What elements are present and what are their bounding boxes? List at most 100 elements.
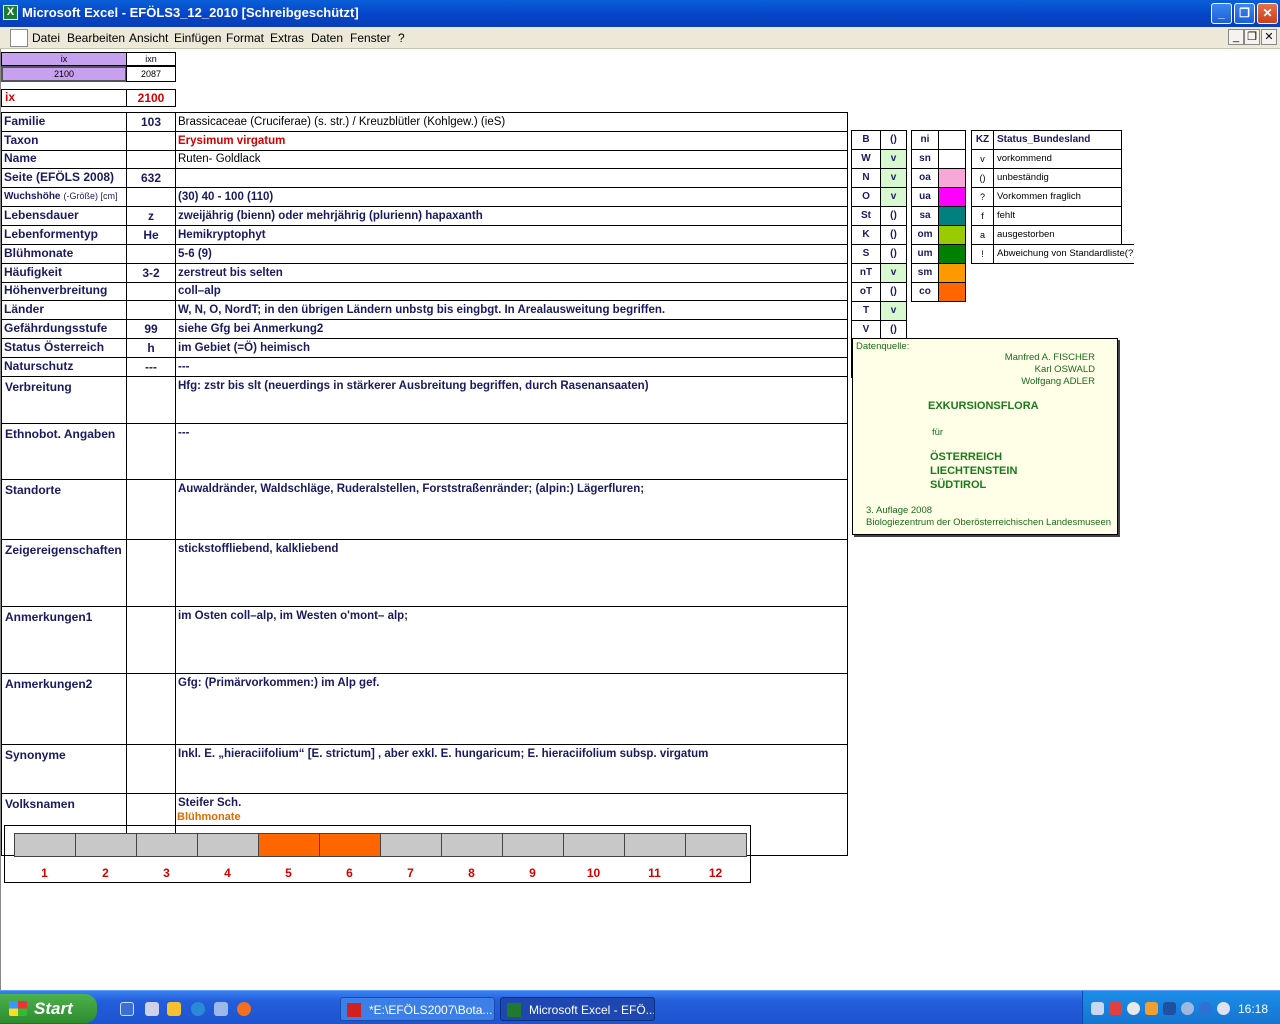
- row-label[interactable]: Häufigkeit: [1, 263, 127, 283]
- state-code[interactable]: W: [851, 149, 881, 169]
- ix-value[interactable]: 2100: [126, 89, 176, 107]
- network-icon[interactable]: [1091, 1002, 1104, 1015]
- start-button[interactable]: Start: [0, 994, 97, 1023]
- state-code[interactable]: N: [851, 168, 881, 188]
- altitude-color-swatch[interactable]: [938, 168, 966, 188]
- menu-fenster[interactable]: Fenster: [350, 31, 391, 45]
- state-code[interactable]: oT: [851, 282, 881, 302]
- state-status[interactable]: v: [880, 149, 907, 169]
- search-icon[interactable]: [1127, 1002, 1140, 1015]
- row-value[interactable]: Hemikryptophyt: [175, 225, 848, 245]
- ix-input[interactable]: 2100: [1, 66, 127, 82]
- row-label[interactable]: Status Österreich: [1, 338, 127, 358]
- state-status[interactable]: (): [880, 225, 907, 245]
- menu-datei[interactable]: Datei: [32, 31, 60, 45]
- long-row-value[interactable]: ---: [175, 423, 848, 480]
- state-status[interactable]: (): [880, 282, 907, 302]
- ix-header[interactable]: ix: [1, 52, 127, 66]
- long-row-code[interactable]: [126, 423, 176, 480]
- menu-bearbeiten[interactable]: Bearbeiten: [67, 31, 125, 45]
- show-desktop-icon[interactable]: [120, 1002, 134, 1016]
- menu-help[interactable]: ?: [398, 31, 405, 45]
- long-row-value[interactable]: Auwaldränder, Waldschläge, Ruderalstelle…: [175, 479, 848, 540]
- update-icon[interactable]: [1217, 1002, 1230, 1015]
- row-label[interactable]: Länder: [1, 300, 127, 320]
- state-status[interactable]: (): [880, 320, 907, 340]
- altitude-color-swatch[interactable]: [938, 282, 966, 302]
- long-row-label[interactable]: Zeigereigenschaften: [1, 539, 127, 607]
- row-value[interactable]: 5-6 (9): [175, 244, 848, 264]
- row-code[interactable]: h: [126, 338, 176, 358]
- long-row-value[interactable]: stickstoffliebend, kalkliebend: [175, 539, 848, 607]
- altitude-color-swatch[interactable]: [938, 149, 966, 169]
- state-status[interactable]: (): [880, 206, 907, 226]
- state-code[interactable]: O: [851, 187, 881, 207]
- long-row-code[interactable]: [126, 539, 176, 607]
- long-row-value[interactable]: im Osten coll–alp, im Westen o'mont– alp…: [175, 606, 848, 674]
- state-code[interactable]: K: [851, 225, 881, 245]
- row-label[interactable]: Seite (EFÖLS 2008): [1, 168, 127, 188]
- row-label[interactable]: Blühmonate: [1, 244, 127, 264]
- long-row-label[interactable]: Anmerkungen2: [1, 673, 127, 745]
- long-row-label[interactable]: Anmerkungen1: [1, 606, 127, 674]
- row-value[interactable]: zerstreut bis selten: [175, 263, 848, 283]
- internet-explorer-icon[interactable]: [191, 1002, 205, 1016]
- doc-minimize-icon[interactable]: _: [1228, 29, 1244, 45]
- long-row-code[interactable]: [126, 606, 176, 674]
- altitude-code[interactable]: sa: [911, 206, 939, 226]
- row-label[interactable]: Name: [1, 150, 127, 169]
- altitude-code[interactable]: ua: [911, 187, 939, 207]
- row-code[interactable]: 632: [126, 168, 176, 188]
- excel-icon[interactable]: X: [3, 5, 18, 20]
- row-code[interactable]: [126, 187, 176, 207]
- media-player-icon[interactable]: [167, 1002, 181, 1016]
- long-row-label[interactable]: Synonyme: [1, 744, 127, 794]
- row-code[interactable]: 99: [126, 319, 176, 339]
- long-row-value[interactable]: Hfg: zstr bis slt (neuerdings in stärker…: [175, 376, 848, 424]
- state-code[interactable]: T: [851, 301, 881, 321]
- info-icon[interactable]: [1199, 1002, 1212, 1015]
- row-value[interactable]: ---: [175, 357, 848, 377]
- long-row-code[interactable]: [126, 673, 176, 745]
- row-code[interactable]: [126, 282, 176, 301]
- altitude-code[interactable]: um: [911, 244, 939, 264]
- row-code[interactable]: He: [126, 225, 176, 245]
- long-row-value[interactable]: Gfg: (Primärvorkommen:) im Alp gef.: [175, 673, 848, 745]
- long-row-label[interactable]: Ethnobot. Angaben: [1, 423, 127, 480]
- row-code[interactable]: 3-2: [126, 263, 176, 283]
- state-code[interactable]: nT: [851, 263, 881, 283]
- row-label[interactable]: Familie: [1, 112, 127, 132]
- restore-button[interactable]: ❐: [1234, 3, 1255, 24]
- altitude-color-swatch[interactable]: [938, 130, 966, 150]
- altitude-color-swatch[interactable]: [938, 244, 966, 264]
- row-value[interactable]: coll–alp: [175, 282, 848, 301]
- altitude-code[interactable]: om: [911, 225, 939, 245]
- row-code[interactable]: [126, 150, 176, 169]
- firefox-icon[interactable]: [237, 1002, 251, 1016]
- long-row-value[interactable]: Inkl. E. „hieraciifolium“ [E. strictum] …: [175, 744, 848, 794]
- ixn-header[interactable]: ixn: [126, 52, 176, 66]
- altitude-code[interactable]: sm: [911, 263, 939, 283]
- row-label[interactable]: Gefährdungsstufe: [1, 319, 127, 339]
- row-value[interactable]: (30) 40 - 100 (110): [175, 187, 848, 207]
- altitude-code[interactable]: oa: [911, 168, 939, 188]
- state-status[interactable]: v: [880, 168, 907, 188]
- minimize-button[interactable]: _: [1211, 3, 1232, 24]
- clock-tray-icon[interactable]: [1181, 1002, 1194, 1015]
- long-row-code[interactable]: [126, 376, 176, 424]
- menu-einfuegen[interactable]: Einfügen: [174, 31, 221, 45]
- menu-extras[interactable]: Extras: [270, 31, 304, 45]
- row-label[interactable]: Höhenverbreitung: [1, 282, 127, 301]
- altitude-color-swatch[interactable]: [938, 263, 966, 283]
- ixn-value[interactable]: 2087: [126, 66, 176, 82]
- state-status[interactable]: (): [880, 130, 907, 150]
- state-status[interactable]: v: [880, 187, 907, 207]
- doc-close-icon[interactable]: ✕: [1261, 29, 1277, 45]
- row-code[interactable]: z: [126, 206, 176, 226]
- shield-icon[interactable]: [1163, 1002, 1176, 1015]
- row-value[interactable]: W, N, O, NordT; in den übrigen Ländern u…: [175, 300, 848, 320]
- document-icon[interactable]: [10, 29, 28, 47]
- security-icon[interactable]: [1109, 1002, 1122, 1015]
- state-status[interactable]: v: [880, 263, 907, 283]
- tools-icon[interactable]: [1145, 1002, 1158, 1015]
